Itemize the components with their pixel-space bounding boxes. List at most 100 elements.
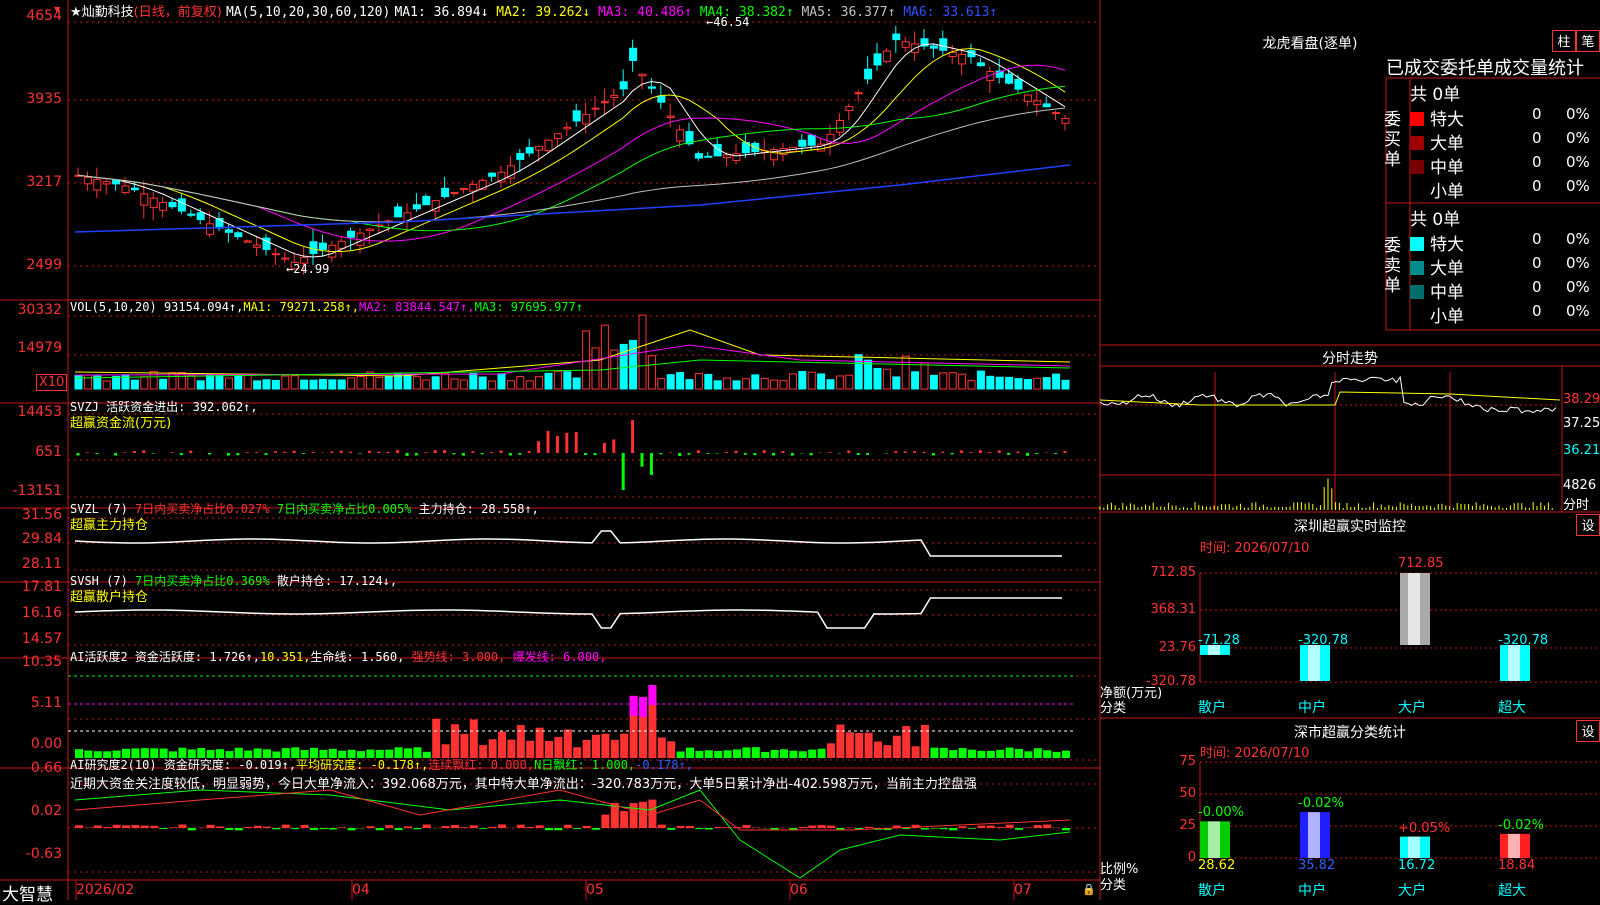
candle-body bbox=[545, 140, 552, 150]
volume-bar bbox=[761, 378, 768, 389]
tick-mode-button[interactable]: 笔 bbox=[1576, 30, 1600, 52]
volume-bar bbox=[150, 371, 157, 389]
order-pct: 0% bbox=[1566, 129, 1590, 147]
volume-bar bbox=[357, 376, 364, 389]
svzj-y-label: -13151 bbox=[0, 483, 62, 499]
order-pct: 0% bbox=[1566, 230, 1590, 248]
volume-bar bbox=[1006, 377, 1013, 389]
order-row[interactable]: 大单00% bbox=[1382, 254, 1600, 278]
volume-bar bbox=[498, 374, 505, 389]
sz-bar-highlight bbox=[1408, 573, 1420, 645]
volume-bar bbox=[714, 381, 721, 389]
research-bar bbox=[423, 825, 431, 828]
candle-body bbox=[348, 231, 355, 237]
x-axis-label: 2026/02 bbox=[76, 882, 134, 898]
volume-bar bbox=[1024, 380, 1031, 389]
activity-bar bbox=[536, 728, 544, 758]
research-bar bbox=[366, 826, 374, 828]
research-bar bbox=[686, 826, 694, 828]
ma-line bbox=[78, 48, 1065, 251]
order-count: 0 bbox=[1532, 105, 1542, 123]
fl-settings-button[interactable]: 设 bbox=[1576, 720, 1600, 742]
order-row[interactable]: 小单00% bbox=[1382, 302, 1600, 326]
fl-change-label: -0.02% bbox=[1498, 818, 1544, 833]
candle-body bbox=[1024, 95, 1031, 101]
low-price-mark: ←24.99 bbox=[286, 262, 329, 276]
volume-bar bbox=[554, 371, 561, 389]
sz-settings-button[interactable]: 设 bbox=[1576, 514, 1600, 536]
volume-bar bbox=[752, 375, 759, 389]
volume-bar bbox=[413, 376, 420, 389]
volume-bar bbox=[695, 374, 702, 389]
order-row[interactable]: 特大00% bbox=[1382, 105, 1600, 129]
candle-body bbox=[808, 135, 815, 145]
candle-body bbox=[442, 188, 449, 196]
activity-bar bbox=[761, 752, 769, 758]
research-bar bbox=[1043, 825, 1051, 828]
activity-bar bbox=[940, 748, 948, 758]
order-row[interactable]: 中单00% bbox=[1382, 278, 1600, 302]
activity-bar bbox=[893, 736, 901, 758]
order-type: 中单 bbox=[1430, 283, 1464, 303]
research-bar bbox=[930, 828, 938, 829]
ma-value-6: MA6: 33.613↑ bbox=[895, 5, 997, 20]
activity-bar bbox=[752, 747, 760, 758]
research-bar bbox=[338, 827, 346, 828]
lhb-title: 龙虎看盘(逐单) bbox=[1100, 33, 1520, 53]
volume-bar bbox=[836, 376, 843, 389]
main-header: ★灿勤科技(日线，前复权) MA(5,10,20,30,60,120) MA1:… bbox=[70, 1, 997, 20]
order-pct: 0% bbox=[1566, 302, 1590, 320]
order-row[interactable]: 中单00% bbox=[1382, 153, 1600, 177]
research-bar bbox=[827, 826, 835, 828]
volume-bar bbox=[291, 376, 298, 389]
volume-bar bbox=[564, 372, 571, 389]
activity-bar bbox=[912, 746, 920, 758]
brand-logo[interactable]: 大智慧 bbox=[2, 880, 53, 905]
activity-bar bbox=[620, 734, 628, 758]
research-bar bbox=[103, 827, 111, 828]
volume-bar bbox=[329, 380, 336, 389]
intraday-avg-line bbox=[1100, 392, 1560, 405]
research-bar bbox=[94, 825, 102, 828]
main-y-label: 3217 bbox=[0, 174, 62, 190]
ma-line bbox=[78, 65, 1065, 241]
order-pct: 0% bbox=[1566, 278, 1590, 296]
research-bar bbox=[808, 826, 816, 828]
volume-bar bbox=[677, 373, 684, 389]
research-bar bbox=[141, 826, 149, 828]
lock-icon[interactable]: 🔒 bbox=[1082, 883, 1096, 896]
candle-body bbox=[705, 156, 712, 157]
order-row[interactable]: 特大00% bbox=[1382, 230, 1600, 254]
bar-mode-button[interactable]: 柱 bbox=[1552, 30, 1576, 52]
research-bar bbox=[1062, 828, 1070, 830]
volume-bar bbox=[893, 377, 900, 389]
vol-unit-badge[interactable]: X10 bbox=[36, 374, 67, 391]
research-bar bbox=[517, 825, 525, 828]
period-label[interactable]: (日线，前复权) bbox=[134, 5, 222, 20]
fl-category: 散户 bbox=[1198, 880, 1226, 900]
volume-bar bbox=[507, 381, 514, 389]
order-count: 0 bbox=[1532, 177, 1542, 195]
volume-bar bbox=[517, 377, 524, 389]
order-type: 中单 bbox=[1430, 158, 1464, 178]
candle-body bbox=[460, 188, 467, 189]
volume-bar bbox=[310, 380, 317, 389]
activity-bar bbox=[996, 750, 1004, 758]
order-row[interactable]: 小单00% bbox=[1382, 177, 1600, 201]
candle-body bbox=[169, 202, 176, 206]
candle-body bbox=[225, 230, 232, 233]
activity-bar bbox=[498, 732, 506, 758]
volume-bar bbox=[263, 380, 270, 389]
candle-body bbox=[1006, 74, 1013, 83]
sz-y-label: 368.31 bbox=[1140, 602, 1196, 617]
svzl-sub: 超赢主力持仓 bbox=[70, 514, 148, 533]
candle-body bbox=[620, 82, 627, 89]
order-row[interactable]: 大单00% bbox=[1382, 129, 1600, 153]
candle-body bbox=[648, 87, 655, 88]
research-bar bbox=[188, 828, 196, 830]
candle-body bbox=[84, 177, 91, 183]
research-bar bbox=[996, 827, 1004, 828]
stock-name[interactable]: 灿勤科技 bbox=[82, 5, 134, 20]
research-bar bbox=[714, 827, 722, 828]
research-bar bbox=[987, 826, 995, 828]
